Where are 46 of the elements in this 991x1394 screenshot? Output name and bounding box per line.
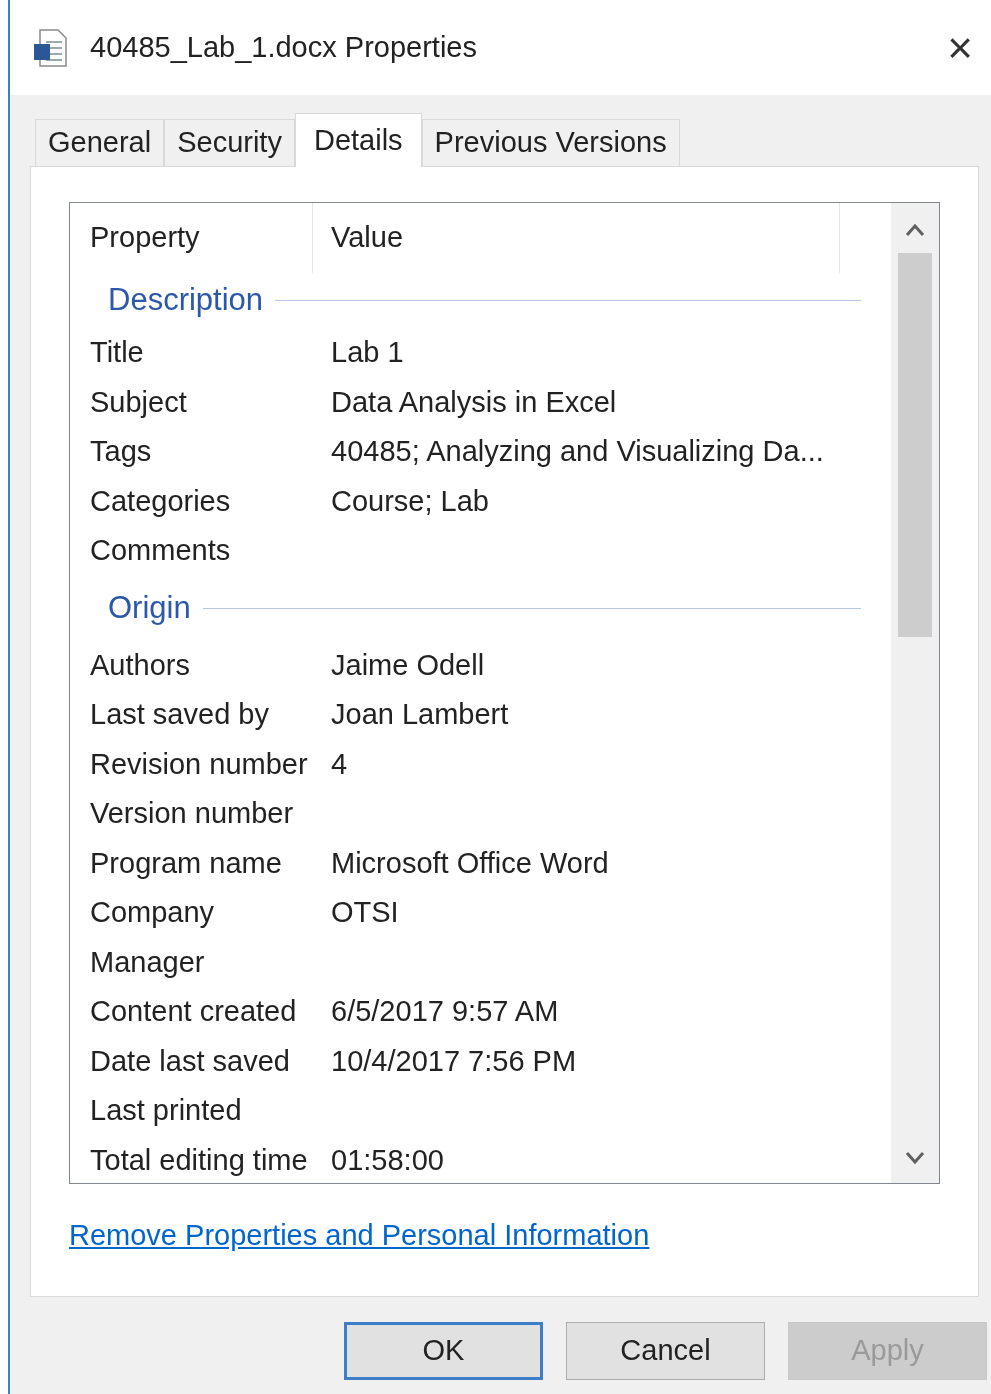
- property-value: Course; Lab: [331, 483, 489, 519]
- column-header[interactable]: Property: [90, 203, 313, 273]
- dialog-button[interactable]: OK: [344, 1322, 543, 1380]
- property-value: 40485; Analyzing and Visualizing Da...: [331, 434, 824, 469]
- close-button[interactable]: ×: [939, 25, 981, 70]
- scrollbar[interactable]: [891, 203, 939, 1183]
- property-value: Jaime Odell: [331, 647, 485, 683]
- property-value: Data Analysis in Excel: [331, 384, 617, 420]
- tab[interactable]: Previous Versions: [421, 119, 680, 166]
- scroll-thumb[interactable]: [898, 253, 932, 637]
- group-header: Description: [108, 281, 264, 320]
- property-name: Company: [90, 895, 216, 930]
- property-name: Version number: [90, 796, 295, 831]
- dialog-button[interactable]: Cancel: [566, 1322, 765, 1380]
- group-header: Origin: [108, 588, 191, 627]
- property-name: Date last saved: [90, 1043, 291, 1079]
- property-name: Authors: [90, 647, 191, 683]
- property-name: Last printed: [90, 1093, 243, 1128]
- scroll-up-icon[interactable]: [905, 223, 925, 237]
- property-name: Manager: [90, 944, 206, 980]
- property-name: Revision number: [90, 746, 309, 782]
- property-value: 4: [331, 746, 348, 782]
- tab[interactable]: General: [35, 119, 165, 166]
- property-name: Program name: [90, 845, 283, 881]
- property-name: Content created: [90, 994, 298, 1029]
- property-value: Lab 1: [331, 335, 404, 370]
- property-name: Categories: [90, 483, 232, 519]
- remove-properties-link[interactable]: Remove Properties and Personal Information: [69, 1214, 650, 1258]
- property-value: 6/5/2017 9:57 AM: [331, 994, 559, 1029]
- property-value: 01:58:00: [331, 1142, 444, 1178]
- property-value: 10/4/2017 7:56 PM: [331, 1043, 577, 1079]
- property-name: Comments: [90, 533, 232, 568]
- word-document-icon: [32, 27, 68, 68]
- property-name: Tags: [90, 434, 153, 469]
- property-value: OTSI: [331, 895, 399, 930]
- tab[interactable]: Security: [164, 119, 295, 166]
- scroll-down-icon[interactable]: [905, 1151, 925, 1165]
- column-header[interactable]: Value: [313, 203, 840, 273]
- window-title: 40485_Lab_1.docx Properties: [90, 29, 477, 65]
- property-value: Joan Lambert: [331, 697, 509, 732]
- property-name: Last saved by: [90, 697, 270, 732]
- property-name: Subject: [90, 384, 188, 420]
- property-value: Microsoft Office Word: [331, 845, 609, 881]
- property-name: Total editing time: [90, 1142, 309, 1178]
- tab[interactable]: Details: [294, 113, 422, 167]
- property-name: Title: [90, 335, 145, 370]
